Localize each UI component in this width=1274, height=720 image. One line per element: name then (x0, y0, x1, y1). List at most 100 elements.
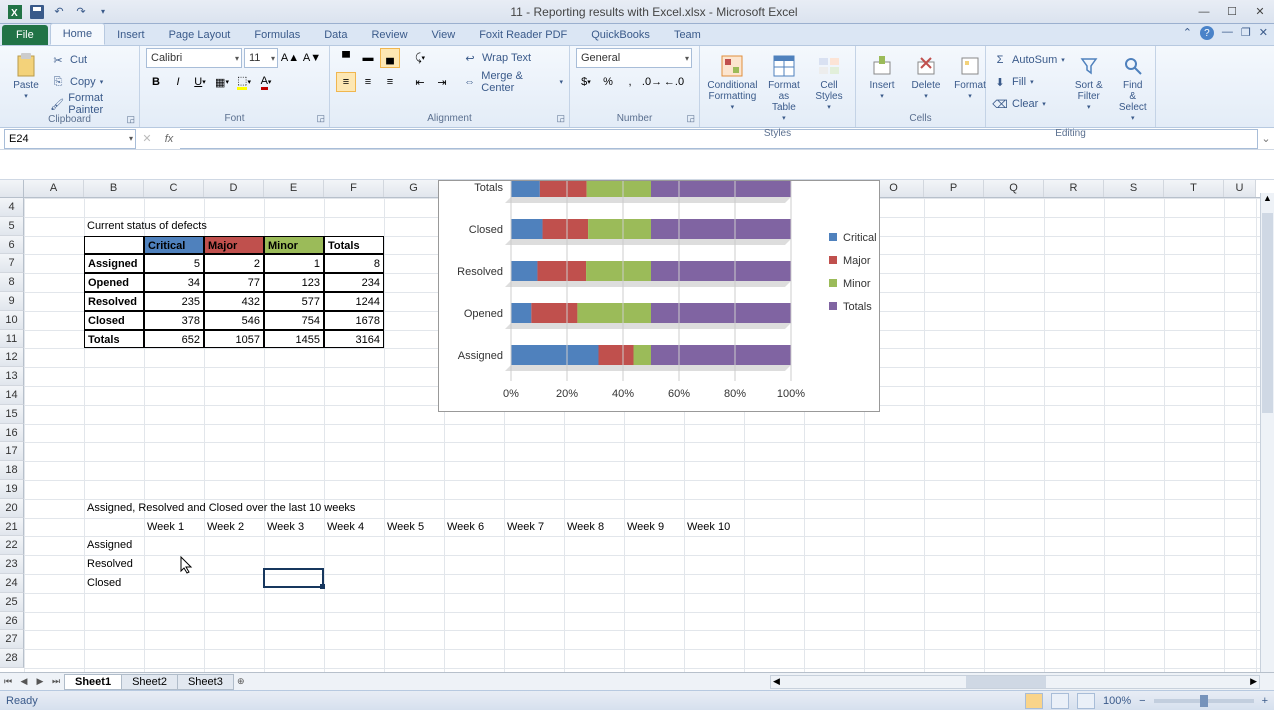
cell-K21[interactable]: Week 9 (624, 518, 684, 537)
cell-F21[interactable]: Week 4 (324, 518, 384, 537)
align-right-icon[interactable]: ≡ (380, 72, 400, 92)
col-header-D[interactable]: D (204, 180, 264, 197)
col-header-S[interactable]: S (1104, 180, 1164, 197)
cell-B11[interactable]: Totals (84, 330, 144, 349)
sort-filter-button[interactable]: Sort & Filter▾ (1069, 48, 1109, 117)
cell-C8[interactable]: 34 (144, 273, 204, 292)
normal-view-button[interactable] (1025, 693, 1043, 709)
horizontal-scrollbar[interactable]: ◀▶ (770, 675, 1260, 689)
cell-C10[interactable]: 378 (144, 311, 204, 330)
cell-C6[interactable]: Critical (144, 236, 204, 255)
italic-button[interactable]: I (168, 72, 188, 92)
quickbooks-tab[interactable]: QuickBooks (579, 25, 662, 45)
review-tab[interactable]: Review (359, 25, 419, 45)
name-box[interactable]: E24 (4, 129, 136, 149)
maximize-button[interactable]: ☐ (1218, 2, 1246, 22)
col-header-Q[interactable]: Q (984, 180, 1044, 197)
cell-C11[interactable]: 652 (144, 330, 204, 349)
col-header-F[interactable]: F (324, 180, 384, 197)
help-icon[interactable]: ? (1200, 26, 1214, 40)
cell-styles-button[interactable]: Cell Styles▾ (809, 48, 849, 117)
row-header-8[interactable]: 8 (0, 273, 24, 292)
col-header-U[interactable]: U (1224, 180, 1256, 197)
alignment-dialog-launcher[interactable]: ◲ (556, 113, 565, 124)
border-button[interactable]: ▦▾ (212, 72, 232, 92)
increase-indent-icon[interactable]: ⇥ (432, 72, 452, 92)
qat-dropdown-icon[interactable]: ▾ (94, 3, 112, 21)
cell-B7[interactable]: Assigned (84, 254, 144, 273)
row-header-10[interactable]: 10 (0, 311, 24, 330)
fill-button[interactable]: ⬇Fill▾ (992, 72, 1065, 92)
redo-icon[interactable]: ↷ (72, 3, 90, 21)
col-header-T[interactable]: T (1164, 180, 1224, 197)
minimize-ribbon-icon[interactable]: ⌃ (1183, 26, 1192, 40)
font-color-button[interactable]: A▾ (256, 72, 276, 92)
cell-F8[interactable]: 234 (324, 273, 384, 292)
decrease-indent-icon[interactable]: ⇤ (410, 72, 430, 92)
clipboard-dialog-launcher[interactable]: ◲ (126, 114, 135, 125)
sheet-nav-next[interactable]: ▶ (32, 676, 48, 687)
fill-color-button[interactable]: ⬚▾ (234, 72, 254, 92)
sheet-tab-1[interactable]: Sheet1 (64, 674, 122, 690)
cell-B6[interactable] (84, 236, 144, 255)
col-header-E[interactable]: E (264, 180, 324, 197)
autosum-button[interactable]: ΣAutoSum▾ (992, 50, 1065, 70)
zoom-out-button[interactable]: − (1139, 695, 1145, 707)
orientation-icon[interactable]: ⤹▾ (410, 48, 430, 68)
cell-B8[interactable]: Opened (84, 273, 144, 292)
cell-D7[interactable]: 2 (204, 254, 264, 273)
cell-B22[interactable]: Assigned (84, 536, 144, 555)
row-header-13[interactable]: 13 (0, 367, 24, 386)
formulas-tab[interactable]: Formulas (242, 25, 312, 45)
workbook-restore-icon[interactable]: ❐ (1241, 26, 1251, 40)
cell-D6[interactable]: Major (204, 236, 264, 255)
row-header-5[interactable]: 5 (0, 217, 24, 236)
underline-button[interactable]: U▾ (190, 72, 210, 92)
comma-format-icon[interactable]: , (620, 72, 640, 92)
cell-C21[interactable]: Week 1 (144, 518, 204, 537)
cell-L21[interactable]: Week 10 (684, 518, 744, 537)
select-all-button[interactable] (0, 180, 24, 197)
row-header-17[interactable]: 17 (0, 442, 24, 461)
cell-B24[interactable]: Closed (84, 574, 144, 593)
cell-E9[interactable]: 577 (264, 292, 324, 311)
cell-E7[interactable]: 1 (264, 254, 324, 273)
row-header-14[interactable]: 14 (0, 386, 24, 405)
vertical-scrollbar[interactable]: ▲▼ (1260, 193, 1274, 685)
copy-button[interactable]: ⎘Copy▾ (50, 72, 133, 92)
number-dialog-launcher[interactable]: ◲ (686, 113, 695, 124)
cell-B20[interactable]: Assigned, Resolved and Closed over the l… (84, 499, 504, 518)
delete-cells-button[interactable]: Delete▾ (906, 48, 946, 106)
undo-icon[interactable]: ↶ (50, 3, 68, 21)
col-header-R[interactable]: R (1044, 180, 1104, 197)
cell-G21[interactable]: Week 5 (384, 518, 444, 537)
row-header-25[interactable]: 25 (0, 593, 24, 612)
accounting-format-icon[interactable]: $▾ (576, 72, 596, 92)
insert-cells-button[interactable]: Insert▾ (862, 48, 902, 106)
cell-D9[interactable]: 432 (204, 292, 264, 311)
sheet-tab-3[interactable]: Sheet3 (177, 674, 234, 690)
sheet-nav-last[interactable]: ⏭ (48, 676, 64, 687)
format-as-table-button[interactable]: Format as Table▾ (763, 48, 805, 128)
wrap-text-button[interactable]: ↩Wrap Text (462, 48, 563, 68)
cut-button[interactable]: ✂Cut (50, 50, 133, 70)
conditional-formatting-button[interactable]: Conditional Formatting▾ (706, 48, 759, 117)
row-header-12[interactable]: 12 (0, 348, 24, 367)
cell-E21[interactable]: Week 3 (264, 518, 324, 537)
grow-font-icon[interactable]: A▲ (280, 48, 300, 68)
new-sheet-button[interactable]: ⊕ (233, 676, 249, 687)
cell-D10[interactable]: 546 (204, 311, 264, 330)
foxit-tab[interactable]: Foxit Reader PDF (467, 25, 579, 45)
row-header-28[interactable]: 28 (0, 649, 24, 668)
cell-E6[interactable]: Minor (264, 236, 324, 255)
cell-B23[interactable]: Resolved (84, 555, 144, 574)
row-header-27[interactable]: 27 (0, 630, 24, 649)
zoom-in-button[interactable]: + (1262, 695, 1268, 707)
zoom-level[interactable]: 100% (1103, 695, 1131, 707)
file-tab[interactable]: File (2, 25, 48, 45)
col-header-A[interactable]: A (24, 180, 84, 197)
align-top-icon[interactable]: ▀ (336, 48, 356, 68)
row-header-19[interactable]: 19 (0, 480, 24, 499)
align-center-icon[interactable]: ≡ (358, 72, 378, 92)
row-header-24[interactable]: 24 (0, 574, 24, 593)
